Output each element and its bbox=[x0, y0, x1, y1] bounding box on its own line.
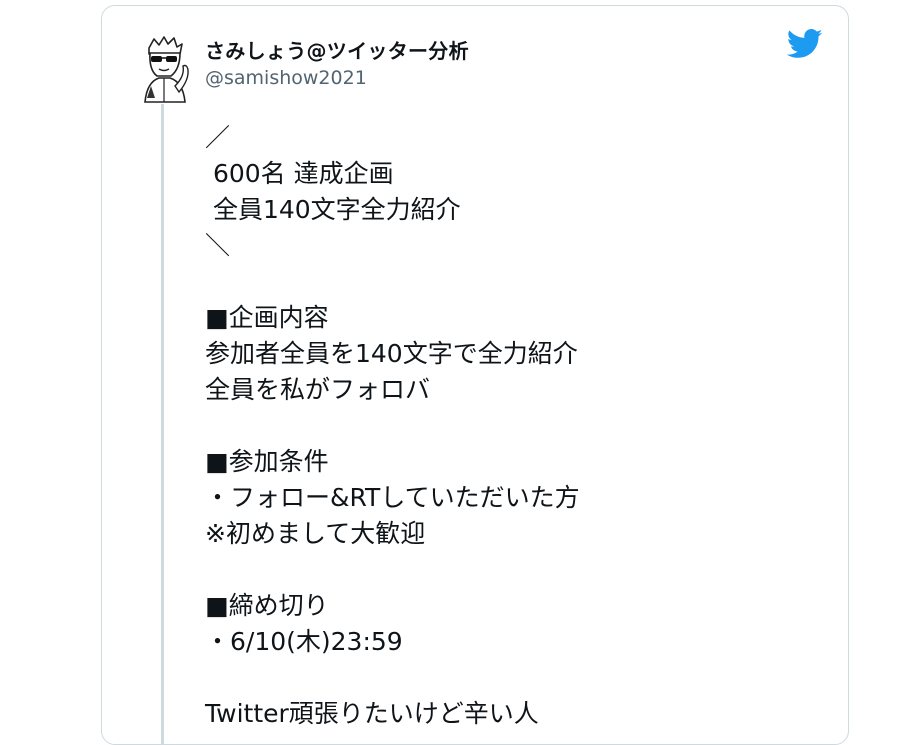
tweet-card[interactable]: さみしょう@ツイッター分析 @samishow2021 ／ 600名 達成企画 … bbox=[101, 5, 849, 745]
tweet-text: ／ 600名 達成企画 全員140文字全力紹介 ＼ ■企画内容 参加者全員を14… bbox=[205, 120, 805, 732]
tweet-text-line bbox=[205, 264, 805, 300]
tweet-text-line: ■締め切り bbox=[205, 591, 329, 620]
thread-connector-line bbox=[161, 104, 164, 744]
tweet-text-line: ※初めまして大歓迎 bbox=[205, 519, 426, 548]
tweet-text-line: ・6/10(木)23:59 bbox=[205, 627, 403, 656]
tweet-text-line bbox=[205, 660, 805, 696]
tweet-text-line: 全員140文字全力紹介 bbox=[205, 195, 461, 224]
tweet-text-line: ／ bbox=[205, 123, 231, 152]
avatar[interactable] bbox=[135, 36, 193, 104]
tweet-text-line: ＼ bbox=[205, 231, 231, 260]
tweet-text-line: ・フォロー&RTしていただいた方 bbox=[205, 483, 580, 512]
twitter-bird-icon[interactable] bbox=[787, 29, 823, 59]
tweet-text-line bbox=[205, 552, 805, 588]
tweet-text-line: ■参加条件 bbox=[205, 447, 329, 476]
tweet-text-line: Twitter頑張りたいけど辛い人 bbox=[205, 699, 539, 728]
tweet-text-line: 600名 達成企画 bbox=[205, 159, 394, 188]
user-handle[interactable]: @samishow2021 bbox=[205, 67, 367, 89]
tweet-text-line bbox=[205, 408, 805, 444]
tweet-text-line: ■企画内容 bbox=[205, 303, 329, 332]
display-name[interactable]: さみしょう@ツイッター分析 bbox=[205, 35, 469, 64]
tweet-text-line: 全員を私がフォロバ bbox=[205, 375, 431, 404]
tweet-text-line: 参加者全員を140文字で全力紹介 bbox=[205, 339, 578, 368]
